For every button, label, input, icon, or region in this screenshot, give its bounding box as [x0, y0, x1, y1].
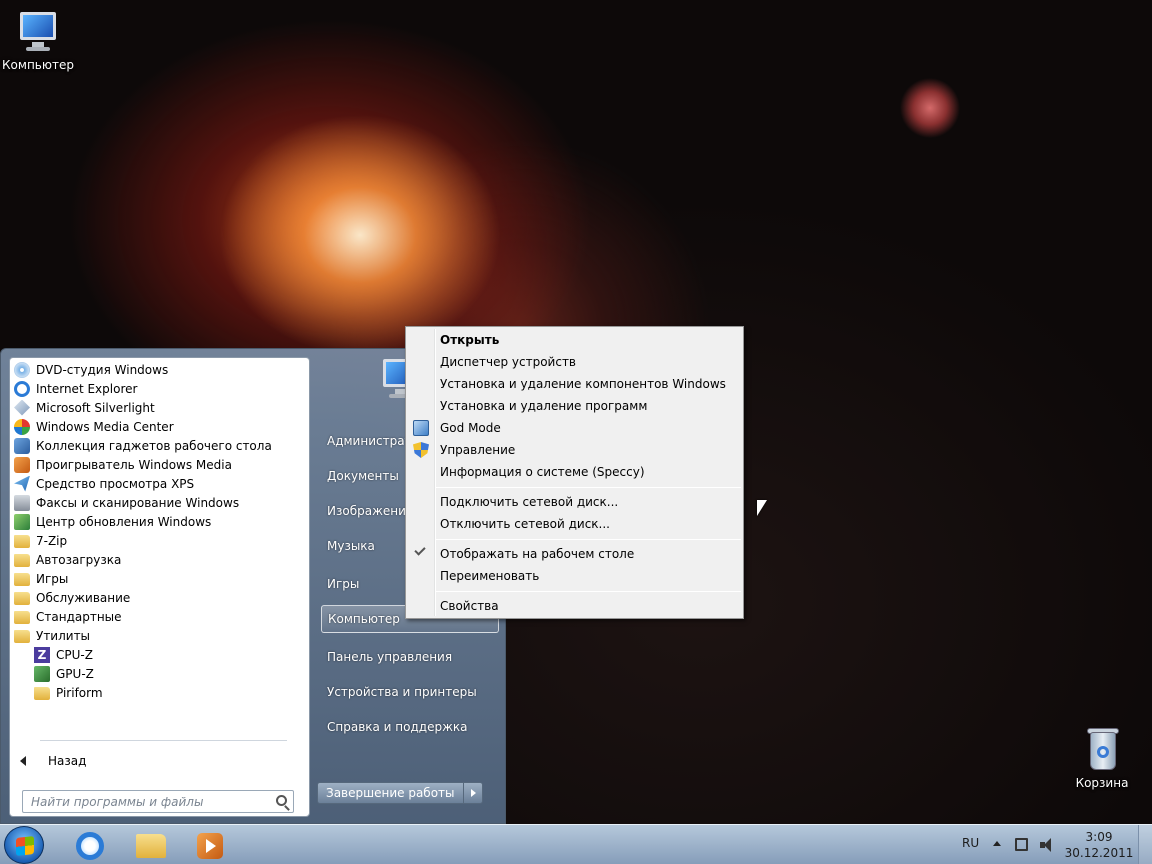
show-desktop-button[interactable]	[1138, 825, 1152, 864]
back-button[interactable]: Назад	[20, 754, 86, 768]
network-icon[interactable]	[1015, 838, 1028, 851]
start-item-control-panel[interactable]: Панель управления	[321, 643, 499, 671]
shutdown-control: Завершение работы	[317, 782, 483, 804]
program-item[interactable]: Windows Media Center	[12, 417, 307, 436]
desktop-icon-recycle-bin-label: Корзина	[1075, 776, 1129, 790]
show-hidden-icons-icon[interactable]	[993, 841, 1001, 846]
start-item-help-support[interactable]: Справка и поддержка	[321, 713, 499, 741]
program-folder[interactable]: Утилиты	[12, 626, 307, 645]
menu-separator	[436, 487, 741, 488]
menu-item-god-mode[interactable]: God Mode	[408, 417, 741, 439]
taskbar-media-player[interactable]	[186, 829, 234, 863]
media-player-icon	[14, 456, 30, 473]
mouse-cursor-icon	[757, 500, 767, 516]
dvd-icon	[14, 361, 30, 378]
folder-icon	[14, 630, 30, 643]
taskbar-internet-explorer[interactable]	[66, 829, 114, 863]
shutdown-options-arrow-icon[interactable]	[463, 783, 482, 803]
taskbar: RU 3:09 30.12.2011	[0, 824, 1152, 864]
program-folder[interactable]: Игры	[12, 569, 307, 588]
folder-icon	[14, 592, 30, 605]
shutdown-button[interactable]: Завершение работы	[318, 783, 464, 803]
recycle-bin-icon	[1078, 728, 1126, 772]
program-folder[interactable]: Автозагрузка	[12, 550, 307, 569]
menu-item-system-info[interactable]: Информация о системе (Speccy)	[408, 461, 741, 483]
computer-context-menu: Открыть Диспетчер устройств Установка и …	[405, 326, 744, 619]
internet-explorer-icon	[76, 832, 104, 860]
gadgets-icon	[14, 437, 30, 454]
program-folder[interactable]: 7-Zip	[12, 531, 307, 550]
clock[interactable]: 3:09 30.12.2011	[1064, 829, 1134, 861]
ie-icon	[14, 380, 30, 397]
start-button[interactable]	[4, 826, 44, 864]
cpuz-icon: Z	[34, 646, 50, 663]
back-arrow-icon	[20, 756, 26, 766]
silverlight-icon	[14, 399, 30, 416]
program-item[interactable]: Средство просмотра XPS	[12, 474, 307, 493]
back-label: Назад	[48, 754, 87, 768]
divider	[40, 740, 287, 741]
menu-item-properties[interactable]: Свойства	[408, 595, 741, 617]
program-item[interactable]: Коллекция гаджетов рабочего стола	[12, 436, 307, 455]
folder-icon	[14, 611, 30, 624]
program-folder[interactable]: Обслуживание	[12, 588, 307, 607]
program-item[interactable]: Факсы и сканирование Windows	[12, 493, 307, 512]
folder-icon	[34, 687, 50, 700]
program-item[interactable]: Z CPU-Z	[12, 645, 307, 664]
folder-icon	[136, 834, 166, 858]
language-indicator[interactable]: RU	[962, 836, 979, 850]
computer-icon	[14, 10, 62, 54]
search-icon[interactable]	[276, 795, 287, 806]
media-player-icon	[197, 833, 223, 859]
all-programs-list: DVD-студия Windows Internet Explorer Mic…	[12, 360, 307, 702]
menu-item-manage[interactable]: Управление	[408, 439, 741, 461]
folder-icon	[14, 573, 30, 586]
uac-shield-icon	[413, 442, 429, 458]
media-center-icon	[14, 418, 30, 435]
search-input[interactable]: Найти программы и файлы	[22, 790, 294, 813]
desktop-icon-computer-label: Компьютер	[2, 58, 74, 72]
folder-icon	[14, 535, 30, 548]
menu-item-disconnect-drive[interactable]: Отключить сетевой диск...	[408, 513, 741, 535]
program-item[interactable]: Microsoft Silverlight	[12, 398, 307, 417]
clock-time: 3:09	[1085, 830, 1113, 844]
clock-date: 30.12.2011	[1064, 846, 1134, 860]
menu-separator	[436, 539, 741, 540]
god-mode-icon	[413, 420, 429, 436]
xps-icon	[14, 475, 30, 492]
checkmark-icon	[414, 544, 426, 556]
update-icon	[14, 513, 30, 530]
menu-item-programs[interactable]: Установка и удаление программ	[408, 395, 741, 417]
start-menu-programs-pane: DVD-студия Windows Internet Explorer Mic…	[9, 357, 310, 817]
program-item[interactable]: Internet Explorer	[12, 379, 307, 398]
menu-item-windows-components[interactable]: Установка и удаление компонентов Windows	[408, 373, 741, 395]
volume-icon[interactable]	[1040, 838, 1054, 852]
menu-item-map-drive[interactable]: Подключить сетевой диск...	[408, 491, 741, 513]
fax-icon	[14, 494, 30, 511]
menu-item-device-manager[interactable]: Диспетчер устройств	[408, 351, 741, 373]
program-item[interactable]: Центр обновления Windows	[12, 512, 307, 531]
desktop-icon-computer[interactable]: Компьютер	[0, 10, 76, 72]
menu-item-rename[interactable]: Переименовать	[408, 565, 741, 587]
windows-logo-icon	[16, 836, 34, 856]
taskbar-explorer[interactable]	[127, 829, 175, 863]
search-placeholder: Найти программы и файлы	[31, 794, 204, 809]
menu-item-open[interactable]: Открыть	[408, 329, 741, 351]
program-folder[interactable]: Piriform	[12, 683, 307, 702]
desktop-icon-recycle-bin[interactable]: Корзина	[1064, 728, 1140, 790]
gpuz-icon	[34, 665, 50, 682]
start-item-devices-printers[interactable]: Устройства и принтеры	[321, 678, 499, 706]
menu-item-show-on-desktop[interactable]: Отображать на рабочем столе	[408, 543, 741, 565]
menu-separator	[436, 591, 741, 592]
program-item[interactable]: Проигрыватель Windows Media	[12, 455, 307, 474]
folder-icon	[14, 554, 30, 567]
program-item[interactable]: DVD-студия Windows	[12, 360, 307, 379]
program-folder[interactable]: Стандартные	[12, 607, 307, 626]
program-item[interactable]: GPU-Z	[12, 664, 307, 683]
